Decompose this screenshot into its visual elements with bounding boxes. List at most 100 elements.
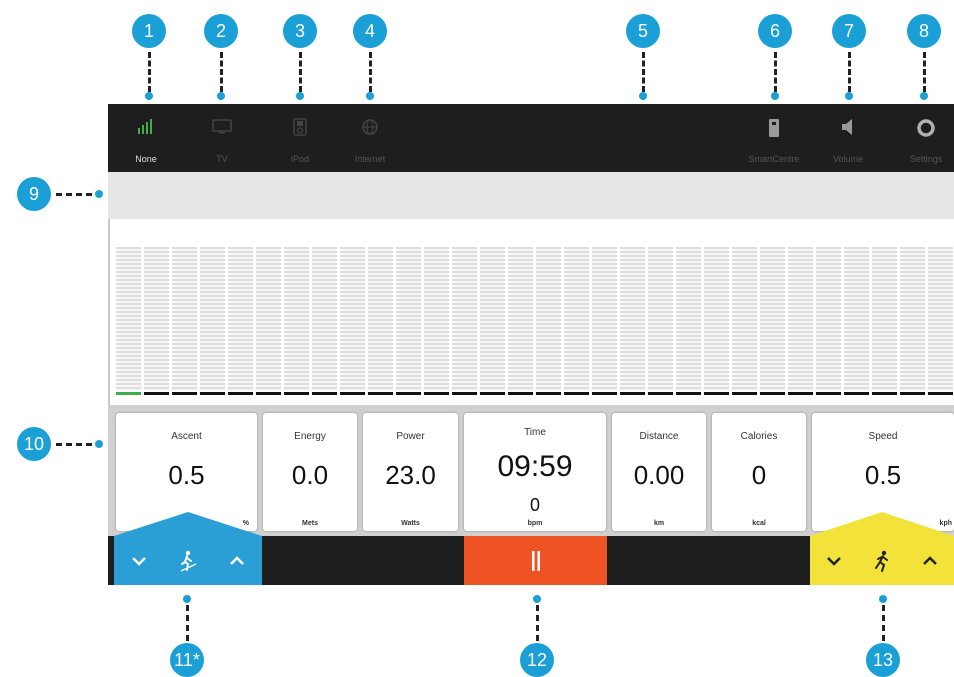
source-tv-button[interactable]: TV xyxy=(202,104,242,172)
time-title: Time xyxy=(524,427,546,438)
leader-line xyxy=(299,52,302,92)
leader-dot xyxy=(183,595,191,603)
segment-baseline xyxy=(200,392,225,395)
leader-line xyxy=(56,443,92,446)
distance-unit: km xyxy=(653,520,665,527)
speed-up-button[interactable] xyxy=(915,546,945,576)
source-internet-button[interactable]: Internet xyxy=(348,104,392,172)
profile-segment xyxy=(368,247,393,395)
segment-baseline xyxy=(620,392,645,395)
profile-segment xyxy=(676,247,701,395)
leader-dot xyxy=(639,92,647,100)
profile-segment xyxy=(620,247,645,395)
profile-segment xyxy=(256,247,281,395)
time-value: 09:59 xyxy=(497,450,573,483)
heart-rate-value: 0 xyxy=(529,495,540,515)
energy-card: Energy 0.0 Mets xyxy=(263,413,357,531)
settings-button[interactable]: Settings xyxy=(904,104,948,172)
power-card: Power 23.0 Watts xyxy=(363,413,458,531)
segment-baseline xyxy=(928,392,953,395)
profile-segment xyxy=(508,247,533,395)
smartcentre-button[interactable]: SmartCentre xyxy=(740,104,808,172)
power-unit: Watts xyxy=(401,520,420,527)
profile-segment xyxy=(200,247,225,395)
segment-baseline xyxy=(480,392,505,395)
leader-line xyxy=(923,52,926,92)
callout-10: 10 xyxy=(17,427,51,461)
leader-dot xyxy=(95,440,103,448)
volume-button[interactable]: Volume xyxy=(826,104,870,172)
callout-12: 12 xyxy=(520,643,554,677)
profile-segment xyxy=(340,247,365,395)
segment-baseline xyxy=(228,392,253,395)
profile-segment xyxy=(564,247,589,395)
speed-down-button[interactable] xyxy=(819,546,849,576)
callout-8: 8 xyxy=(907,14,941,48)
leader-line xyxy=(536,605,539,641)
segment-baseline xyxy=(508,392,533,395)
profile-segment xyxy=(312,247,337,395)
segment-baseline xyxy=(760,392,785,395)
speed-tab xyxy=(810,512,954,536)
segment-baseline xyxy=(872,392,897,395)
chevron-up-icon xyxy=(923,555,937,565)
profile-segment xyxy=(228,247,253,395)
source-none-button[interactable]: None xyxy=(126,104,166,172)
current-segment-marker xyxy=(116,392,141,395)
source-ipod-label: iPod xyxy=(290,154,309,164)
leader-line xyxy=(148,52,151,92)
segment-baseline xyxy=(816,392,841,395)
profile-segment xyxy=(480,247,505,395)
volume-icon xyxy=(840,118,856,141)
profile-segment xyxy=(452,247,477,395)
incline-indicator xyxy=(173,546,203,576)
incline-up-button[interactable] xyxy=(222,546,252,576)
leader-dot xyxy=(533,595,541,603)
power-value: 23.0 xyxy=(385,460,436,490)
segment-baseline xyxy=(592,392,617,395)
source-internet-label: Internet xyxy=(354,154,386,164)
leader-line xyxy=(774,52,777,92)
smartcentre-icon xyxy=(768,118,780,143)
leader-dot xyxy=(366,92,374,100)
segment-baseline xyxy=(368,392,393,395)
top-bar: None TV iPod Internet SmartCentre Volume xyxy=(108,104,954,172)
profile-segment xyxy=(788,247,813,395)
profile-segment xyxy=(900,247,925,395)
profile-segment xyxy=(172,247,197,395)
leader-dot xyxy=(296,92,304,100)
callout-4: 4 xyxy=(353,14,387,48)
tv-icon xyxy=(212,118,232,139)
pause-button[interactable] xyxy=(464,536,607,585)
profile-segment xyxy=(116,247,141,395)
leader-dot xyxy=(920,92,928,100)
profile-segment xyxy=(144,247,169,395)
ipod-icon xyxy=(293,118,307,141)
incline-walker-icon xyxy=(180,550,197,572)
profile-segment xyxy=(760,247,785,395)
segment-baseline xyxy=(284,392,309,395)
leader-line xyxy=(642,52,645,92)
source-ipod-button[interactable]: iPod xyxy=(280,104,320,172)
workout-profile-graph xyxy=(108,219,954,405)
chevron-down-icon xyxy=(131,556,146,566)
segment-baseline xyxy=(900,392,925,395)
incline-down-button[interactable] xyxy=(124,546,154,576)
speed-indicator xyxy=(867,546,897,576)
source-none-label: None xyxy=(135,154,157,164)
callout-11: 11* xyxy=(170,643,204,677)
incline-control xyxy=(114,536,262,585)
chevron-up-icon xyxy=(230,555,245,565)
profile-segment xyxy=(536,247,561,395)
callout-1: 1 xyxy=(132,14,166,48)
energy-unit: Mets xyxy=(302,520,318,527)
runner-icon xyxy=(875,550,888,572)
leader-dot xyxy=(217,92,225,100)
profile-segment xyxy=(844,247,869,395)
leader-dot xyxy=(145,92,153,100)
segment-baseline xyxy=(424,392,449,395)
profile-segment xyxy=(928,247,953,395)
callout-9: 9 xyxy=(17,177,51,211)
source-tv-label: TV xyxy=(216,154,228,164)
distance-value: 0.00 xyxy=(633,460,685,490)
